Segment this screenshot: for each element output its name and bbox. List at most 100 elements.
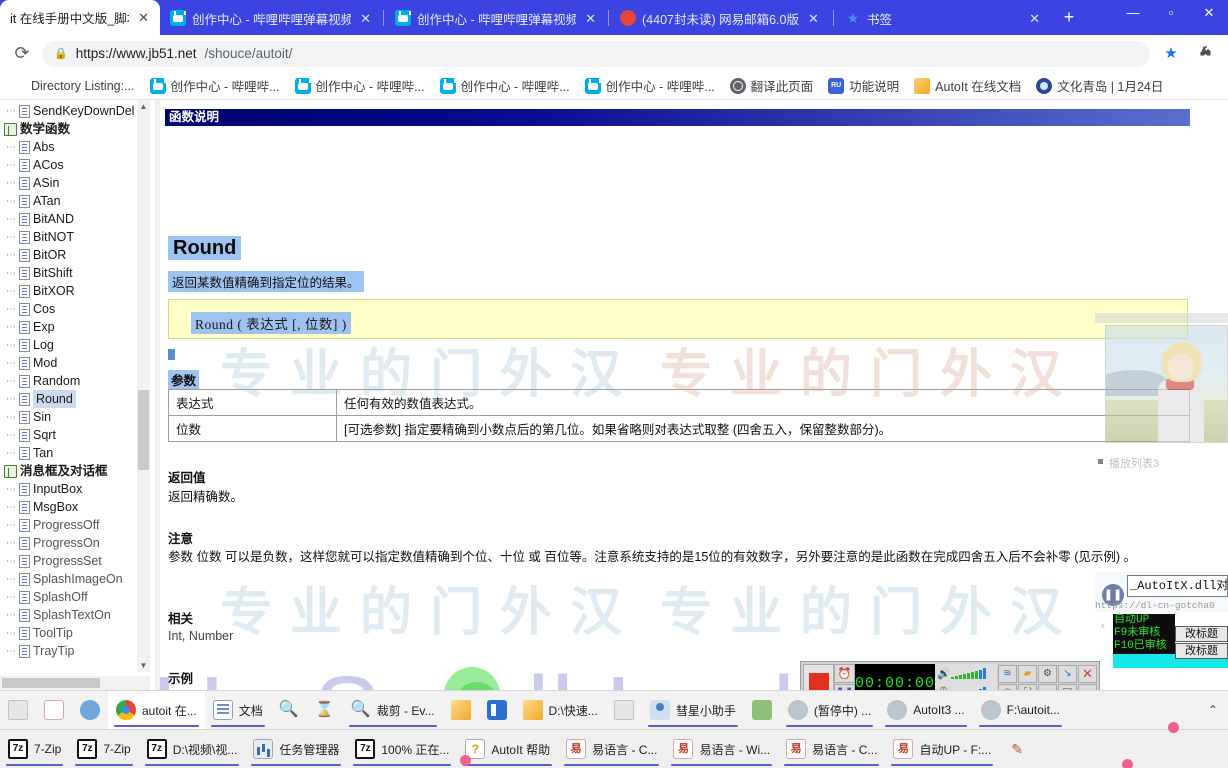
chevron-up-icon[interactable]: ⌃: [1198, 703, 1228, 717]
address-bar[interactable]: 🔒 https://www.jb51.net/shouce/autoit/: [42, 40, 1150, 67]
sidebar-item-bitxor[interactable]: ⋯ BitXOR: [2, 282, 158, 300]
sidebar-item-inputbox[interactable]: ⋯ InputBox: [2, 480, 158, 498]
taskbar-button-易语言-c-[interactable]: 易易语言 - C...: [778, 730, 885, 768]
taskbar-button-icon-1[interactable]: [36, 691, 72, 729]
taskbar-button-icon-8[interactable]: [443, 691, 479, 729]
browser-tab-1[interactable]: 创作中心 - 哔哩哔哩弹幕视频 ✕: [160, 1, 382, 35]
tab-close-icon[interactable]: ✕: [805, 12, 822, 25]
sidebar-item-bitor[interactable]: ⋯ BitOR: [2, 246, 158, 264]
taskbar-button-彗星小助手[interactable]: 彗星小助手: [642, 691, 744, 729]
sidebar-item-progressset[interactable]: ⋯ ProgressSet: [2, 552, 158, 570]
wifi-icon[interactable]: ≋: [997, 664, 1017, 683]
taskbar-button-icon-13[interactable]: [744, 691, 780, 729]
taskbar-button-icon-2[interactable]: [72, 691, 108, 729]
taskbar-button-d-视频-视-[interactable]: 7z D:\视频\视...: [139, 730, 246, 768]
bookmark-item[interactable]: Directory Listing:...: [4, 75, 141, 97]
taskbar-button-icon-11[interactable]: [606, 691, 642, 729]
taskbar-button-icon-9[interactable]: [479, 691, 515, 729]
sidebar-scroll-thumb[interactable]: [138, 390, 149, 470]
taskbar-button-icon-5[interactable]: 🔍: [271, 691, 307, 729]
speaker-meter-row[interactable]: 🔊: [934, 664, 997, 683]
taskbar-button-autoit-帮助[interactable]: AutoIt 帮助: [457, 730, 558, 768]
taskbar-button-f-autoit-[interactable]: F:\autoit...: [973, 691, 1068, 729]
sidebar-item-cos[interactable]: ⋯ Cos: [2, 300, 158, 318]
sidebar-item--[interactable]: 数学函数: [2, 120, 158, 138]
sidebar-item-random[interactable]: ⋯ Random: [2, 372, 158, 390]
sidebar-item-asin[interactable]: ⋯ ASin: [2, 174, 158, 192]
sidebar-item-bitnot[interactable]: ⋯ BitNOT: [2, 228, 158, 246]
window-close-button[interactable]: ✕: [1190, 0, 1228, 26]
browser-tab-0[interactable]: it 在线手册中文版_脚本之 ✕: [0, 0, 160, 35]
scroll-up-arrow-icon[interactable]: ▲: [137, 100, 150, 113]
sidebar-item-log[interactable]: ⋯ Log: [2, 336, 158, 354]
sidebar-item-splashimageon[interactable]: ⋯ SplashImageOn: [2, 570, 158, 588]
sidebar-item-splashoff[interactable]: ⋯ SplashOff: [2, 588, 158, 606]
sidebar-item-tooltip[interactable]: ⋯ ToolTip: [2, 624, 158, 642]
tab-close-icon[interactable]: ✕: [582, 12, 599, 25]
bookmark-item[interactable]: 创作中心 - 哔哩哔...: [289, 73, 431, 98]
bookmark-item[interactable]: AutoIt 在线文档: [908, 73, 1027, 98]
sidebar-item-splashtexton[interactable]: ⋯ SplashTextOn: [2, 606, 158, 624]
taskbar-button-易语言-c-[interactable]: 易易语言 - C...: [558, 730, 665, 768]
prev-arrow-icon[interactable]: ‹: [1101, 620, 1105, 632]
sidebar-item-tan[interactable]: ⋯ Tan: [2, 444, 158, 462]
browser-tab-3[interactable]: (4407封未读) 网易邮箱6.0版 ✕: [610, 1, 832, 35]
tab-close-icon[interactable]: ✕: [1026, 12, 1043, 25]
scroll-down-arrow-icon[interactable]: ▼: [137, 659, 150, 672]
sidebar-item-traytip[interactable]: ⋯ TrayTip: [2, 642, 158, 660]
sidebar-item-sin[interactable]: ⋯ Sin: [2, 408, 158, 426]
sidebar-item--[interactable]: 消息框及对话框: [2, 462, 158, 480]
change-title-button[interactable]: 改标题: [1175, 626, 1228, 642]
sidebar-horizontal-scrollbar[interactable]: [0, 676, 150, 690]
sidebar-item-sqrt[interactable]: ⋯ Sqrt: [2, 426, 158, 444]
bookmark-item[interactable]: 创作中心 - 哔哩哔...: [434, 73, 576, 98]
taskbar-button-d-快速-[interactable]: D:\快速...: [515, 691, 606, 729]
sidebar-item-sendkeydowndel[interactable]: ⋯ SendKeyDownDel: [2, 102, 158, 120]
taskbar-button-7-zip[interactable]: 7z 7-Zip: [69, 730, 138, 768]
change-title-button[interactable]: 改标题: [1175, 643, 1228, 659]
extensions-puzzle-icon[interactable]: [1192, 41, 1218, 67]
tab-close-icon[interactable]: ✕: [357, 12, 374, 25]
taskbar-button-icon-0[interactable]: [0, 691, 36, 729]
sidebar-item-msgbox[interactable]: ⋯ MsgBox: [2, 498, 158, 516]
sidebar-item-round[interactable]: ⋯ Round: [2, 390, 158, 408]
taskbar-button-易语言-wi-[interactable]: 易易语言 - Wi...: [665, 730, 778, 768]
taskbar-button-icon-10[interactable]: ✎: [999, 730, 1035, 768]
taskbar-button--暂停中-[interactable]: (暂停中) ...: [780, 691, 879, 729]
folder-icon[interactable]: ▰: [1017, 664, 1037, 683]
sidebar-item-progresson[interactable]: ⋯ ProgressOn: [2, 534, 158, 552]
bookmark-item[interactable]: RU 功能说明: [822, 73, 905, 98]
function-tree-sidebar[interactable]: ⋯ SendKeyDownDel 数学函数 ⋯ Abs ⋯ ACos ⋯ ASin ⋯ ATan ⋯ B…: [0, 100, 158, 690]
taskbar-button-自动up-f-[interactable]: 易自动UP - F:...: [885, 730, 999, 768]
bookmark-item[interactable]: 创作中心 - 哔哩哔...: [144, 73, 286, 98]
taskbar-button-autoit-在-[interactable]: autoit 在...: [108, 691, 205, 729]
sidebar-item-mod[interactable]: ⋯ Mod: [2, 354, 158, 372]
taskbar-button-icon-6[interactable]: ⌛: [307, 691, 343, 729]
taskbar-button-100-正在-[interactable]: 7z 100% 正在...: [347, 730, 457, 768]
taskbar-button-裁剪-ev-[interactable]: 🔍 裁剪 - Ev...: [343, 691, 443, 729]
tab-close-icon[interactable]: ✕: [135, 11, 152, 24]
taskbar-button-文档[interactable]: 文档: [205, 691, 271, 729]
taskbar-button-任务管理器[interactable]: 任务管理器: [245, 730, 347, 768]
taskbar-button-7-zip[interactable]: 7z 7-Zip: [0, 730, 69, 768]
window-minimize-button[interactable]: —: [1114, 0, 1152, 26]
close-icon[interactable]: ✕: [1077, 664, 1097, 683]
sidebar-item-acos[interactable]: ⋯ ACos: [2, 156, 158, 174]
reload-icon[interactable]: ⟳: [10, 42, 34, 66]
sidebar-item-atan[interactable]: ⋯ ATan: [2, 192, 158, 210]
gear-icon[interactable]: ⚙: [1037, 664, 1057, 683]
sidebar-vertical-scrollbar[interactable]: ▲ ▼: [137, 100, 150, 672]
new-tab-button[interactable]: +: [1055, 4, 1083, 32]
bookmark-item[interactable]: 翻译此页面: [724, 73, 820, 98]
bookmark-star-icon[interactable]: ★: [1158, 41, 1184, 67]
sidebar-item-bitshift[interactable]: ⋯ BitShift: [2, 264, 158, 282]
sidebar-item-exp[interactable]: ⋯ Exp: [2, 318, 158, 336]
browser-tab-4[interactable]: ★ 书签 ✕: [835, 1, 1051, 35]
alarm-icon[interactable]: ⏰: [834, 664, 855, 683]
sidebar-item-bitand[interactable]: ⋯ BitAND: [2, 210, 158, 228]
minimize-icon[interactable]: ↘: [1057, 664, 1077, 683]
sidebar-hscroll-thumb[interactable]: [2, 678, 100, 688]
bookmark-item[interactable]: 文化青岛 | 1月24日: [1030, 73, 1169, 98]
sidebar-item-abs[interactable]: ⋯ Abs: [2, 138, 158, 156]
window-maximize-button[interactable]: ▫: [1152, 0, 1190, 26]
